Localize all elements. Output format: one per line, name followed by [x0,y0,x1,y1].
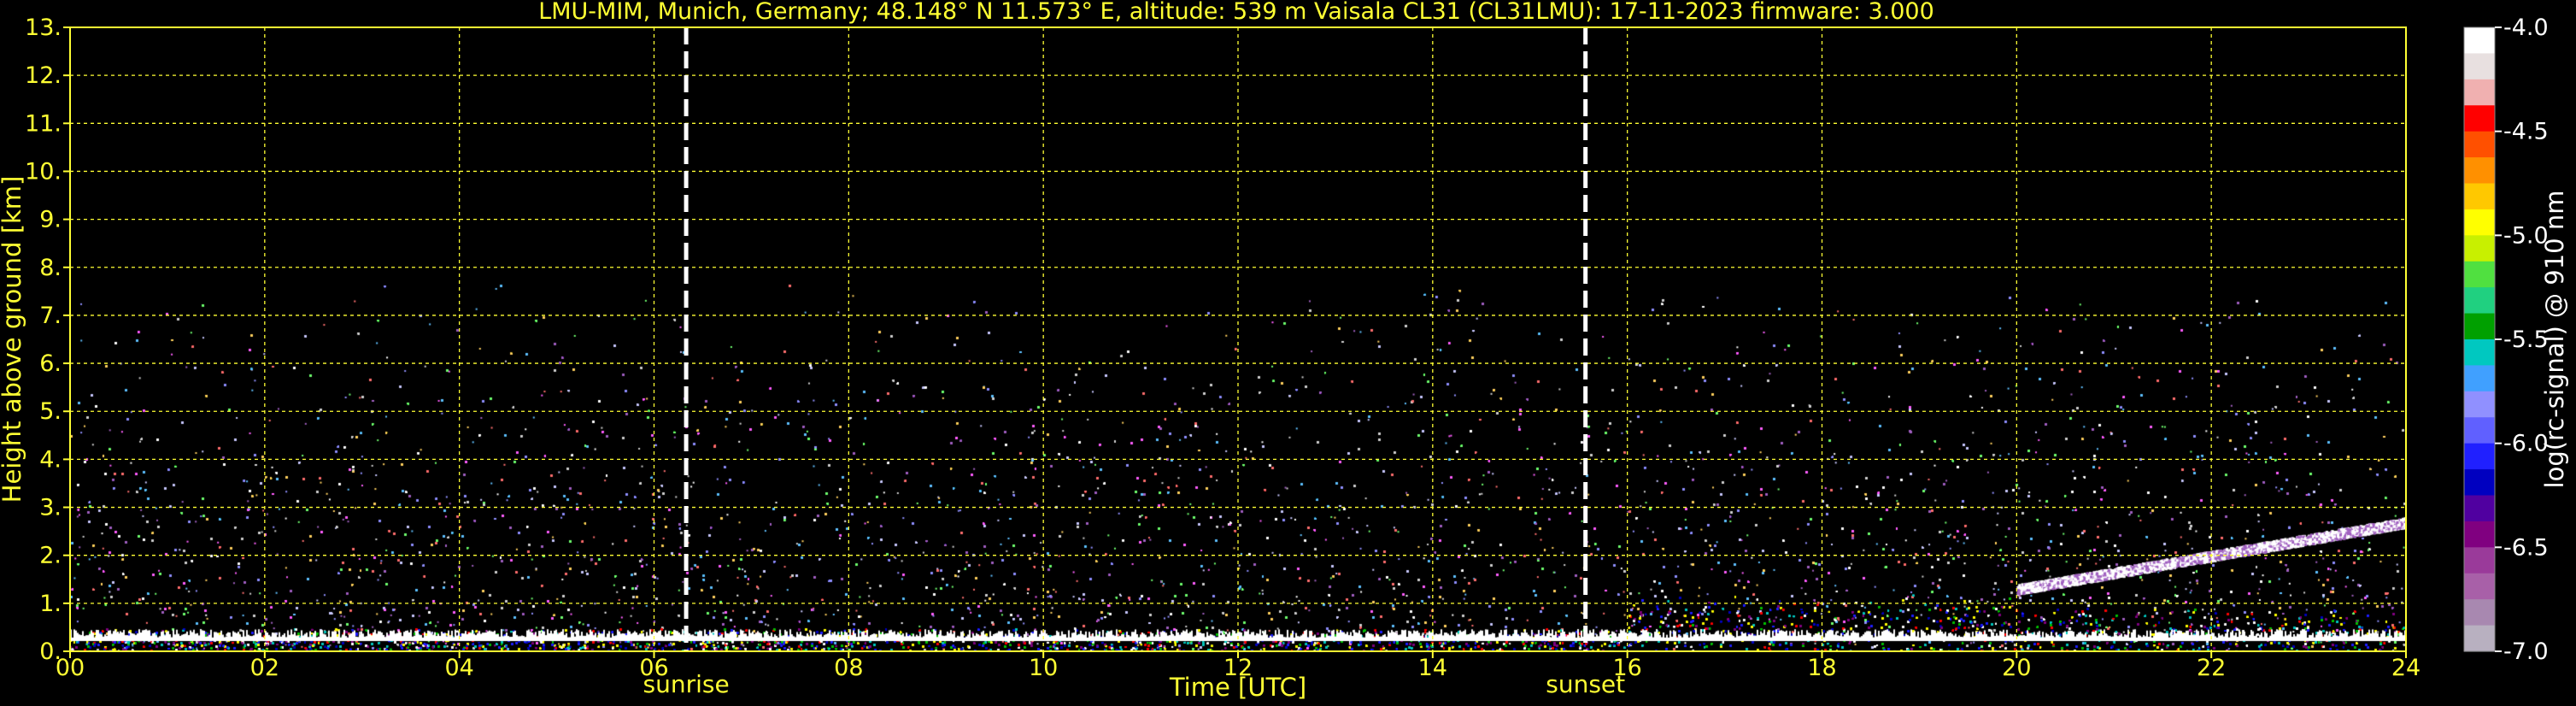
y-tick-label: 12. [25,62,62,89]
colorbar-segment [2464,313,2495,340]
colorbar-segment [2464,287,2495,315]
colorbar-segment [2464,235,2495,262]
x-axis-label: Time [UTC] [1169,673,1306,702]
heatmap-image [70,27,2406,651]
colorbar-segment [2464,27,2495,55]
heatmap-field [70,27,2406,651]
x-tick-label: 00 [56,655,85,681]
x-tick-label: 02 [250,655,279,681]
x-tick-label: 24 [2391,655,2421,681]
colorbar-segment [2464,521,2495,548]
x-tick-label: 04 [444,655,473,681]
colorbar-segment [2464,547,2495,574]
colorbar-segment [2464,625,2495,652]
y-tick-label: 8. [39,255,62,281]
colorbar-tick-label: -4.0 [2503,15,2549,41]
colorbar-segment [2464,157,2495,185]
y-tick-label: 1. [39,591,62,617]
colorbar-segment [2464,183,2495,210]
backscatter-chart: LMU-MIM, Munich, Germany; 48.148° N 11.5… [0,0,2576,706]
colorbar-label: log(rc-signal) @ 910 nm [2540,191,2569,489]
chart-title: LMU-MIM, Munich, Germany; 48.148° N 11.5… [538,0,1934,25]
y-tick-label: 13. [25,15,62,41]
y-axis-label: Height above ground [km] [0,176,26,503]
y-tick-label: 11. [25,110,62,137]
colorbar-segment [2464,339,2495,367]
x-tick-label: 16 [1612,655,1641,681]
colorbar-segment [2464,209,2495,236]
x-tick-label: 22 [2197,655,2226,681]
x-tick-label: 18 [1807,655,1836,681]
colorbar-tick-label: -4.5 [2503,119,2549,145]
colorbar-segment [2464,391,2495,418]
x-tick-label: 20 [2002,655,2031,681]
colorbar-segment [2464,261,2495,288]
colorbar-segment [2464,599,2495,627]
colorbar-segment [2464,105,2495,132]
colorbar-segment [2464,443,2495,470]
colorbar-segment [2464,131,2495,158]
colorbar-segment [2464,469,2495,497]
colorbar-tick-label: -7.0 [2503,638,2549,665]
colorbar-segment [2464,365,2495,392]
y-tick-label: 2. [39,543,62,569]
colorbar-segment [2464,495,2495,522]
y-tick-label: 6. [39,350,62,377]
colorbar-tick-label: -6.5 [2503,534,2549,561]
colorbar-segment [2464,417,2495,444]
x-tick-label: 08 [834,655,863,681]
colorbar-segment [2464,53,2495,80]
y-tick-label: 7. [39,303,62,329]
y-tick-label: 9. [39,207,62,233]
x-tick-label: 06 [639,655,668,681]
y-tick-label: 10. [25,158,62,185]
y-tick-label: 5. [39,398,62,425]
x-tick-label: 14 [1418,655,1447,681]
y-tick-label: 3. [39,495,62,521]
y-tick-label: 4. [39,446,62,473]
x-tick-label: 10 [1029,655,1058,681]
colorbar-segment [2464,573,2495,600]
colorbar-segment [2464,79,2495,106]
